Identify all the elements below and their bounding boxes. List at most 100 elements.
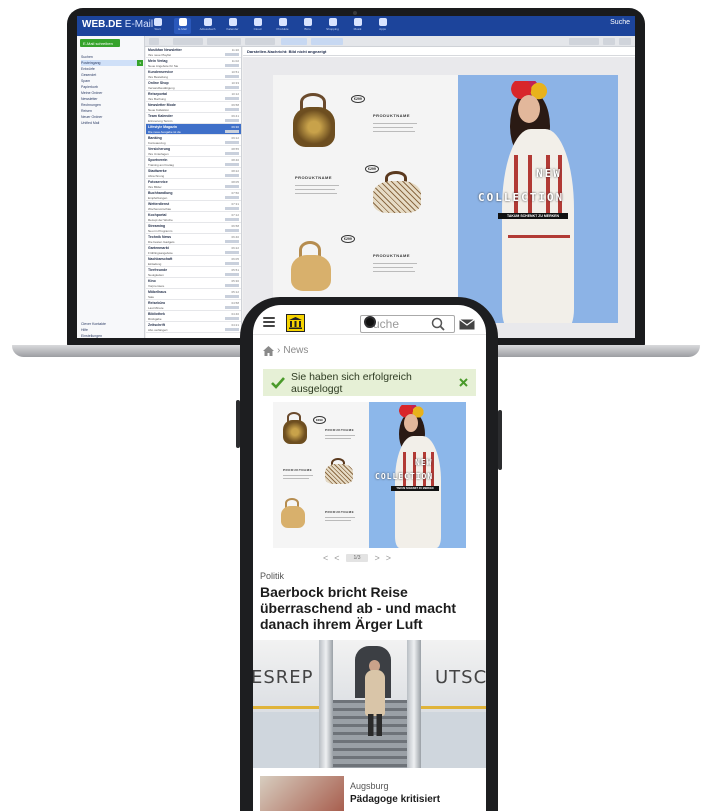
message-sender: Reisebüro [148, 301, 166, 305]
message-label-tag [225, 218, 239, 221]
nav-item-6[interactable]: Büro [299, 18, 316, 34]
close-icon[interactable] [459, 378, 468, 387]
logout-notice: Sie haben sich erfolgreich ausgeloggt [263, 369, 476, 396]
sort-dropdown[interactable] [569, 38, 599, 45]
nav-item-2[interactable]: Adressbuch [199, 18, 216, 34]
message-time: 08:55 [231, 147, 239, 151]
home-icon[interactable] [263, 345, 274, 356]
message-subject: Training am Freitag [148, 163, 174, 167]
products-icon [278, 18, 287, 26]
reading-subject: Darstellen-Nachricht: Bild nicht angezei… [243, 47, 635, 56]
message-sender: Kochportal [148, 213, 167, 217]
message-row[interactable]: Gartenmarkt Frühlingsangebote 06:22 [146, 245, 241, 256]
message-time: 04:40 [231, 312, 239, 316]
message-row[interactable]: Möbelhaus Sale 05:12 [146, 289, 241, 300]
message-row[interactable]: Versicherung Ihre Unterlagen 08:55 [146, 146, 241, 157]
message-row[interactable]: Banking Kontoauszug 09:12 [146, 135, 241, 146]
product-title-3: PRODUKTNAME [373, 253, 411, 258]
nav-item-0[interactable]: Start [149, 18, 166, 34]
reading-pane: Darstellen-Nachricht: Bild nicht angezei… [243, 47, 635, 338]
delete-button[interactable] [173, 38, 203, 45]
pager-first-button[interactable]: < [323, 553, 328, 563]
folder-label: Neuer Ordner [81, 115, 103, 119]
select-all-checkbox[interactable] [149, 38, 159, 45]
site-logo[interactable] [286, 314, 305, 332]
nav-item-9[interactable]: Apps [374, 18, 391, 34]
sidebar-footer-link[interactable]: Einstellungen [81, 333, 143, 338]
move-button[interactable] [207, 38, 241, 45]
notice-text: Sie haben sich erfolgreich ausgeloggt [291, 370, 412, 395]
power-button [498, 410, 502, 470]
message-row[interactable]: Buchhandlung Empfehlungen 07:50 [146, 190, 241, 201]
message-row[interactable]: Streaming Neu im Programm 06:58 [146, 223, 241, 234]
reading-body: €299 PRODUKTNAME €299 PRODUKTNAME €299 P… [243, 57, 635, 338]
folder-sidebar: E-Mail schreiben Suchen Posteingang 3 Entwü… [77, 36, 145, 338]
top-search-link[interactable]: Suche [610, 19, 630, 26]
message-row[interactable]: Kochportal Rezept der Woche 07:12 [146, 212, 241, 223]
message-row[interactable]: Team Kalender Erinnerung Termin 09:41 [146, 113, 241, 124]
settings-button[interactable] [619, 38, 631, 45]
nav-item-1[interactable]: E-Mail [174, 18, 191, 34]
nav-item-5[interactable]: Produkte [274, 18, 291, 34]
message-row[interactable]: Lifestyle Magazin Die neue Ausgabe ist da… [146, 124, 241, 135]
laptop-camera [353, 11, 357, 15]
breadcrumb-news[interactable]: News [283, 345, 308, 356]
mail-app-logo[interactable]: WEB.DE E-Mail [82, 19, 153, 30]
message-subject: Ihre Bilder [148, 185, 162, 189]
message-row[interactable]: Bibliothek Rückgabe 04:40 [146, 311, 241, 322]
folder-label: Suchen [81, 55, 93, 59]
message-sender: Wetterdienst [148, 202, 170, 206]
plane-lettering-right: UTSC [435, 667, 486, 688]
message-row[interactable]: Sportverein Training am Freitag 08:40 [146, 157, 241, 168]
nav-item-3[interactable]: Kalender [224, 18, 241, 34]
teaser-title[interactable]: Pädagoge kritisiert [350, 794, 440, 805]
message-row[interactable]: Reiseportal Ihre Buchung 10:12 [146, 91, 241, 102]
reply-button[interactable] [281, 38, 307, 45]
message-time: 04:58 [231, 301, 239, 305]
new-mail-button[interactable]: E-Mail schreiben [80, 39, 120, 47]
message-row[interactable]: Tierfreunde Neuigkeiten 05:51 [146, 267, 241, 278]
message-row[interactable]: Stadtwerke Abrechnung 08:22 [146, 168, 241, 179]
pager-last-button[interactable]: > [386, 553, 391, 563]
message-row[interactable]: Nachbarschaft Einladung 06:05 [146, 256, 241, 267]
message-sender: Musikfan Newsletter [148, 48, 182, 52]
message-row[interactable]: Wetterdienst Wochenvorschau 07:31 [146, 201, 241, 212]
folder-item[interactable]: Unified Mail [81, 120, 143, 126]
nav-item-8[interactable]: Musik [349, 18, 366, 34]
teaser-image[interactable] [260, 776, 344, 811]
nav-item-7[interactable]: Shopping [324, 18, 341, 34]
forward-button[interactable] [311, 38, 343, 45]
message-row[interactable]: Zeitschrift Abo verlängert 04:21 [146, 322, 241, 333]
mail-toolbar [145, 36, 635, 47]
message-sender: Tierfreunde [148, 268, 168, 272]
home-icon [153, 18, 162, 26]
view-toggle[interactable] [603, 38, 615, 45]
message-row[interactable]: Reisebüro Last Minute 04:58 [146, 300, 241, 311]
article-image[interactable]: ESREP UTSC [253, 640, 486, 768]
message-row[interactable]: Mein Verlag Neue Angebote für Sie 11:02 [146, 58, 241, 69]
message-row[interactable]: Online Shop Versandbestätigung 10:33 [146, 80, 241, 91]
message-row[interactable]: Newsletter Mode Neue Kollektion 09:58 [146, 102, 241, 113]
folder-label: Papierkorb [81, 85, 98, 89]
breadcrumb-separator: › [277, 345, 281, 356]
nav-item-label: Musik [353, 27, 362, 31]
article-headline[interactable]: Baerbock bricht Reise überraschend ab - … [260, 584, 480, 632]
mark-button[interactable] [245, 38, 275, 45]
pager-prev-button[interactable]: < [334, 553, 339, 563]
message-row[interactable]: Fotoservice Ihre Bilder 08:05 [146, 179, 241, 190]
nav-item-4[interactable]: Cloud [249, 18, 266, 34]
mail-icon[interactable] [459, 319, 475, 330]
message-time: 10:33 [231, 81, 239, 85]
message-row[interactable]: Technik News Die besten Gadgets 06:40 [146, 234, 241, 245]
pager-next-button[interactable]: > [374, 553, 379, 563]
message-row[interactable]: Kundenservice Ihre Bestellung 10:51 [146, 69, 241, 80]
phone-product-title-1: PRODUKTNAME [325, 428, 355, 432]
menu-icon[interactable] [263, 317, 275, 327]
message-label-tag [225, 75, 239, 78]
message-row[interactable]: Kino Vorpremiere 05:30 [146, 278, 241, 289]
search-icon[interactable] [431, 317, 445, 331]
message-label-tag [225, 196, 239, 199]
article-category[interactable]: Politik [260, 571, 284, 581]
message-label-tag [225, 119, 239, 122]
message-row[interactable]: Musikfan Newsletter Ihre neue Playlist 11:… [146, 47, 241, 58]
